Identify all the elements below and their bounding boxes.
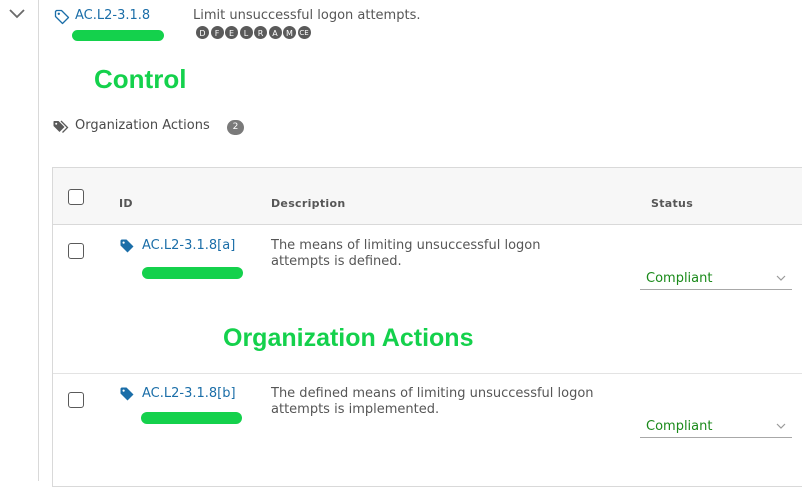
redaction-bar [141, 412, 242, 424]
row-divider [53, 373, 802, 374]
row-id-link[interactable]: AC.L2-3.1.8[b] [142, 386, 236, 401]
status-value: Compliant [646, 271, 713, 286]
row-checkbox[interactable] [68, 243, 84, 259]
badge: CE [296, 25, 312, 40]
org-actions-count-badge: 2 [227, 120, 244, 135]
practice-badges: D F E L R A M CE [195, 25, 312, 40]
badge: E [224, 25, 239, 40]
column-header-status[interactable]: Status [651, 197, 693, 210]
badge: D [195, 25, 210, 40]
row-description: The means of limiting unsuccessful logon… [271, 238, 541, 269]
annotation-org-actions: Organization Actions [223, 324, 474, 352]
control-title: Limit unsuccessful logon attempts. [193, 8, 421, 23]
tag-solid-icon [120, 387, 134, 401]
org-actions-heading: Organization Actions [75, 118, 210, 133]
caret-down-icon [776, 423, 786, 429]
status-value: Compliant [646, 419, 713, 434]
tag-solid-icon [120, 239, 134, 253]
redaction-bar [142, 267, 243, 279]
caret-down-icon [776, 275, 786, 281]
row-id-link[interactable]: AC.L2-3.1.8[a] [142, 238, 235, 253]
tags-icon [53, 120, 69, 133]
tag-outline-icon [54, 9, 70, 25]
badge: R [253, 25, 268, 40]
control-id-link[interactable]: AC.L2-3.1.8 [75, 8, 150, 23]
left-rail-divider [38, 0, 39, 481]
row-description: The defined means of limiting unsuccessf… [271, 386, 594, 417]
column-header-id[interactable]: ID [119, 197, 133, 210]
badge: A [267, 25, 283, 40]
status-dropdown[interactable]: Compliant [640, 416, 792, 438]
badge: F [209, 25, 225, 40]
badge: L [238, 25, 254, 40]
chevron-down-icon[interactable] [7, 6, 27, 22]
badge: M [282, 25, 297, 40]
annotation-control: Control [94, 64, 187, 94]
status-dropdown[interactable]: Compliant [640, 268, 792, 290]
select-all-checkbox[interactable] [68, 189, 84, 205]
column-header-description[interactable]: Description [271, 197, 345, 210]
redaction-bar [72, 30, 164, 41]
row-checkbox[interactable] [68, 392, 84, 408]
